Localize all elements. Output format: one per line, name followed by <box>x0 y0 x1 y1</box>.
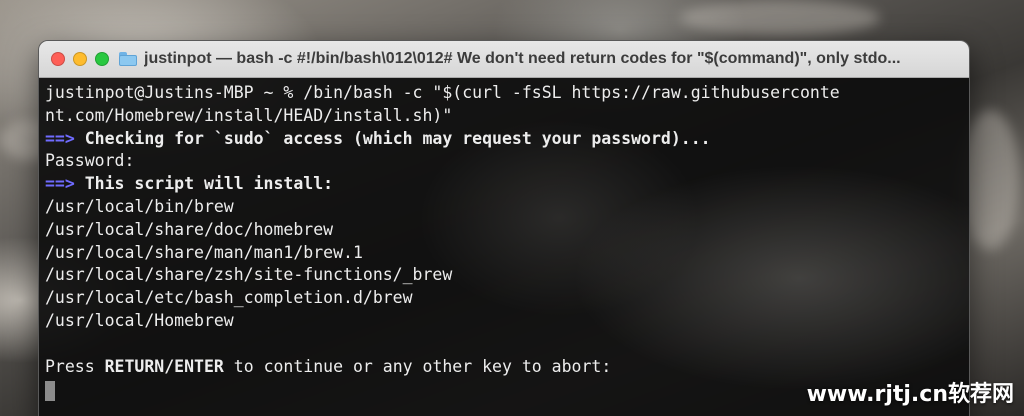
return-enter-key-text: RETURN/ENTER <box>104 356 224 376</box>
will-install-text: This script will install: <box>84 174 334 194</box>
checking-sudo-text: Checking for `sudo` access (which may re… <box>84 128 711 148</box>
install-path-item: /usr/local/bin/brew <box>45 196 234 216</box>
install-path-item: /usr/local/share/man/man1/brew.1 <box>45 242 363 262</box>
install-path-item: /usr/local/Homebrew <box>45 310 234 330</box>
install-path-item: /usr/local/share/zsh/site-functions/_bre… <box>45 265 453 285</box>
window-title: justinpot — bash -c #!/bin/bash\012\012#… <box>144 50 901 67</box>
close-window-button[interactable] <box>51 52 65 66</box>
continue-abort-text: to continue or any other key to abort: <box>223 356 612 376</box>
terminal-line-will-install: ==> This script will install: <box>45 173 963 196</box>
terminal-line-checking-sudo: ==> Checking for `sudo` access (which ma… <box>45 128 963 151</box>
minimize-window-button[interactable] <box>73 52 87 66</box>
install-path-item: /usr/local/share/doc/homebrew <box>45 219 334 239</box>
zoom-window-button[interactable] <box>95 52 109 66</box>
terminal-line-password: Password: <box>45 151 135 171</box>
terminal-window: justinpot — bash -c #!/bin/bash\012\012#… <box>38 40 970 416</box>
site-watermark: www.rjtj.cn软荐网 <box>806 382 1014 407</box>
press-text: Press <box>45 356 105 376</box>
install-path-item: /usr/local/etc/bash_completion.d/brew <box>45 288 413 308</box>
terminal-line-command-1: justinpot@Justins-MBP ~ % /bin/bash -c "… <box>45 83 840 102</box>
prompt-arrow: ==> <box>45 128 75 148</box>
text-cursor <box>45 380 55 401</box>
terminal-line-command-2: nt.com/Homebrew/install/HEAD/install.sh)… <box>45 105 453 125</box>
window-titlebar[interactable]: justinpot — bash -c #!/bin/bash\012\012#… <box>39 41 969 78</box>
folder-icon <box>119 52 137 66</box>
prompt-arrow: ==> <box>45 174 75 194</box>
window-controls <box>51 52 109 66</box>
terminal-line-press-return: Press RETURN/ENTER to continue or any ot… <box>45 356 963 379</box>
terminal-output[interactable]: justinpot@Justins-MBP ~ % /bin/bash -c "… <box>39 78 969 416</box>
